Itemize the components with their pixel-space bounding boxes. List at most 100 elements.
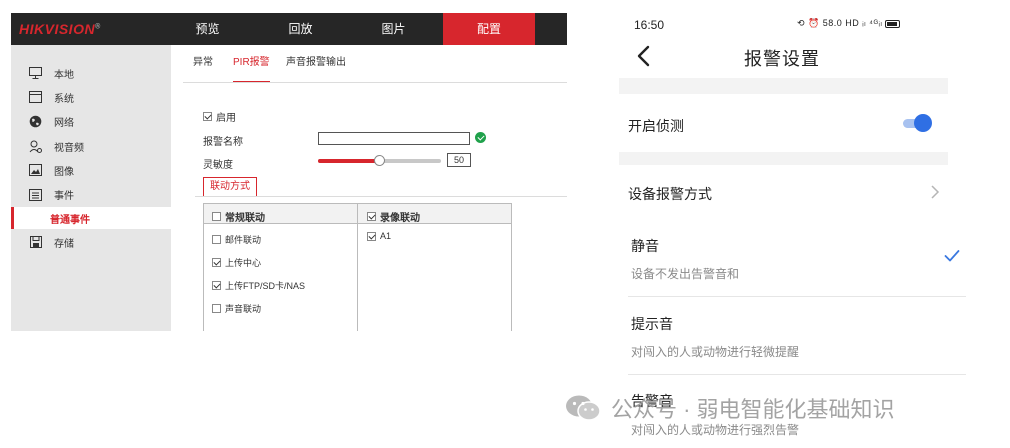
alarm-mode-label: 设备报警方式 xyxy=(628,186,712,202)
hikvision-web-ui: HIKVISION® 预览 回放 图片 配置 本地 系统 网络 视音频 图像 事… xyxy=(11,13,567,331)
phone-alarm-settings: 16:50 ⟲ ⏰ 58.0 HD ᵢₗ ⁴ᴳᵢₗ 报警设置 开启侦测 设备报警… xyxy=(619,0,1010,448)
list-item: A1 xyxy=(367,231,391,241)
sidebar-item-label: 普通事件 xyxy=(50,214,90,226)
upload-ftp-label: 上传FTP/SD卡/NAS xyxy=(225,281,306,291)
detection-label: 开启侦测 xyxy=(628,118,684,134)
subtab-pir-alarm[interactable]: PIR报警 xyxy=(233,55,270,83)
option-desc: 设备不发出告警音和 xyxy=(631,267,740,281)
subtab-exception[interactable]: 异常 xyxy=(193,55,213,83)
calendar-icon xyxy=(29,188,42,201)
chevron-left-icon xyxy=(637,45,650,67)
enable-label: 启用 xyxy=(216,113,236,124)
option-title: 提示音 xyxy=(631,316,673,332)
enable-row: 启用 xyxy=(203,109,236,124)
sidebar-item-label: 系统 xyxy=(54,93,74,105)
subtab-divider xyxy=(183,82,567,83)
sidebar-item-network[interactable]: 网络 xyxy=(11,110,171,132)
option-mute[interactable] xyxy=(619,222,966,296)
tab-picture[interactable]: 图片 xyxy=(357,13,430,45)
toggle-knob xyxy=(914,114,932,132)
linkage-method-button[interactable]: 联动方式 xyxy=(203,177,257,197)
alarm-name-label: 报警名称 xyxy=(203,137,243,148)
email-linkage-checkbox[interactable] xyxy=(212,235,221,244)
config-content: 异常 PIR报警 声音报警输出 启用 报警名称 灵敏度 50 联动方式 常规联动 xyxy=(171,45,567,331)
sensitivity-value[interactable]: 50 xyxy=(447,153,471,167)
status-time: 16:50 xyxy=(634,18,665,32)
watermark-text: 公众号 · 弱电智能化基础知识 xyxy=(611,397,895,422)
normal-linkage-label: 常规联动 xyxy=(225,213,265,224)
sidebar-item-storage[interactable]: 存储 xyxy=(11,231,171,253)
sidebar-item-label: 本地 xyxy=(54,69,74,81)
channel-a1-checkbox[interactable] xyxy=(367,231,376,241)
linkage-table: 常规联动 录像联动 邮件联动 上传中心 上传FTP/SD卡/NAS 声音联动 A… xyxy=(203,203,512,331)
upload-ftp-checkbox[interactable] xyxy=(212,281,221,290)
audio-linkage-label: 声音联动 xyxy=(225,304,262,314)
sidebar-active-indicator xyxy=(11,207,14,229)
section-gap xyxy=(619,152,948,165)
option-prompt-tone[interactable] xyxy=(619,300,966,374)
sensitivity-slider-fill xyxy=(318,159,380,163)
sidebar-item-label: 图像 xyxy=(54,166,74,178)
back-button[interactable] xyxy=(635,44,655,68)
normal-linkage-checkbox[interactable] xyxy=(212,212,221,221)
sidebar-item-audio-video[interactable]: 视音频 xyxy=(11,135,171,157)
list-item: 上传中心 xyxy=(212,256,261,269)
enable-checkbox[interactable] xyxy=(203,112,212,121)
mic-icon xyxy=(29,140,42,153)
sidebar-item-local[interactable]: 本地 xyxy=(11,62,171,84)
sensitivity-slider-thumb[interactable] xyxy=(373,155,385,166)
sidebar-item-system[interactable]: 系统 xyxy=(11,86,171,108)
sensitivity-slider[interactable] xyxy=(318,155,441,166)
detection-toggle[interactable] xyxy=(903,112,933,134)
sensitivity-label: 灵敏度 xyxy=(203,160,233,171)
globe-icon xyxy=(29,115,42,128)
channel-a1-label: A1 xyxy=(380,231,392,241)
status-icons-text: ⟲ ⏰ 58.0 HD ᵢₗ ⁴ᴳᵢₗ xyxy=(797,18,883,28)
record-linkage-header: 录像联动 xyxy=(367,209,420,224)
upload-center-checkbox[interactable] xyxy=(212,258,221,267)
normal-linkage-header: 常规联动 xyxy=(212,209,265,224)
wechat-watermark: 公众号 · 弱电智能化基础知识 xyxy=(565,391,895,425)
hikvision-logo: HIKVISION® xyxy=(19,21,101,37)
monitor-icon xyxy=(29,67,42,80)
email-linkage-label: 邮件联动 xyxy=(225,235,262,245)
sidebar-item-normal-event[interactable]: 普通事件 xyxy=(11,207,171,229)
sidebar-item-event[interactable]: 事件 xyxy=(11,183,171,205)
linkage-divider xyxy=(195,196,567,197)
column-divider xyxy=(357,204,358,331)
valid-check-icon xyxy=(475,132,486,143)
record-linkage-label: 录像联动 xyxy=(380,213,420,224)
chevron-right-icon xyxy=(931,185,940,199)
option-desc: 对闯入的人或动物进行轻微提醒 xyxy=(631,345,800,359)
sidebar-item-label: 存储 xyxy=(54,238,74,250)
battery-icon xyxy=(885,19,901,28)
audio-linkage-checkbox[interactable] xyxy=(212,304,221,313)
sidebar-item-image[interactable]: 图像 xyxy=(11,159,171,181)
image-icon xyxy=(29,164,42,177)
divider xyxy=(628,374,966,375)
page-title: 报警设置 xyxy=(744,49,820,69)
list-item: 邮件联动 xyxy=(212,233,261,246)
record-linkage-checkbox[interactable] xyxy=(367,212,376,221)
list-item: 声音联动 xyxy=(212,302,261,315)
status-icons: ⟲ ⏰ 58.0 HD ᵢₗ ⁴ᴳᵢₗ xyxy=(797,18,901,29)
alarm-name-input[interactable] xyxy=(318,132,470,145)
tab-preview[interactable]: 预览 xyxy=(171,13,244,45)
option-title: 静音 xyxy=(631,238,659,254)
list-item: 上传FTP/SD卡/NAS xyxy=(212,279,305,292)
subtab-audio-alarm-output[interactable]: 声音报警输出 xyxy=(286,55,346,83)
sidebar-item-label: 网络 xyxy=(54,117,74,129)
save-icon xyxy=(29,236,42,249)
wechat-icon xyxy=(566,395,601,421)
tab-playback[interactable]: 回放 xyxy=(264,13,337,45)
system-icon xyxy=(29,91,42,104)
section-gap xyxy=(619,78,948,94)
upload-center-label: 上传中心 xyxy=(225,258,262,268)
sidebar-item-label: 视音频 xyxy=(54,142,84,154)
config-sidebar: 本地 系统 网络 视音频 图像 事件 普通事件 存储 xyxy=(11,45,171,331)
divider xyxy=(628,296,966,297)
selected-check-icon xyxy=(944,250,960,262)
tab-configuration[interactable]: 配置 xyxy=(443,13,535,45)
top-nav-bar: HIKVISION® 预览 回放 图片 配置 xyxy=(11,13,567,45)
sidebar-item-label: 事件 xyxy=(54,190,74,202)
